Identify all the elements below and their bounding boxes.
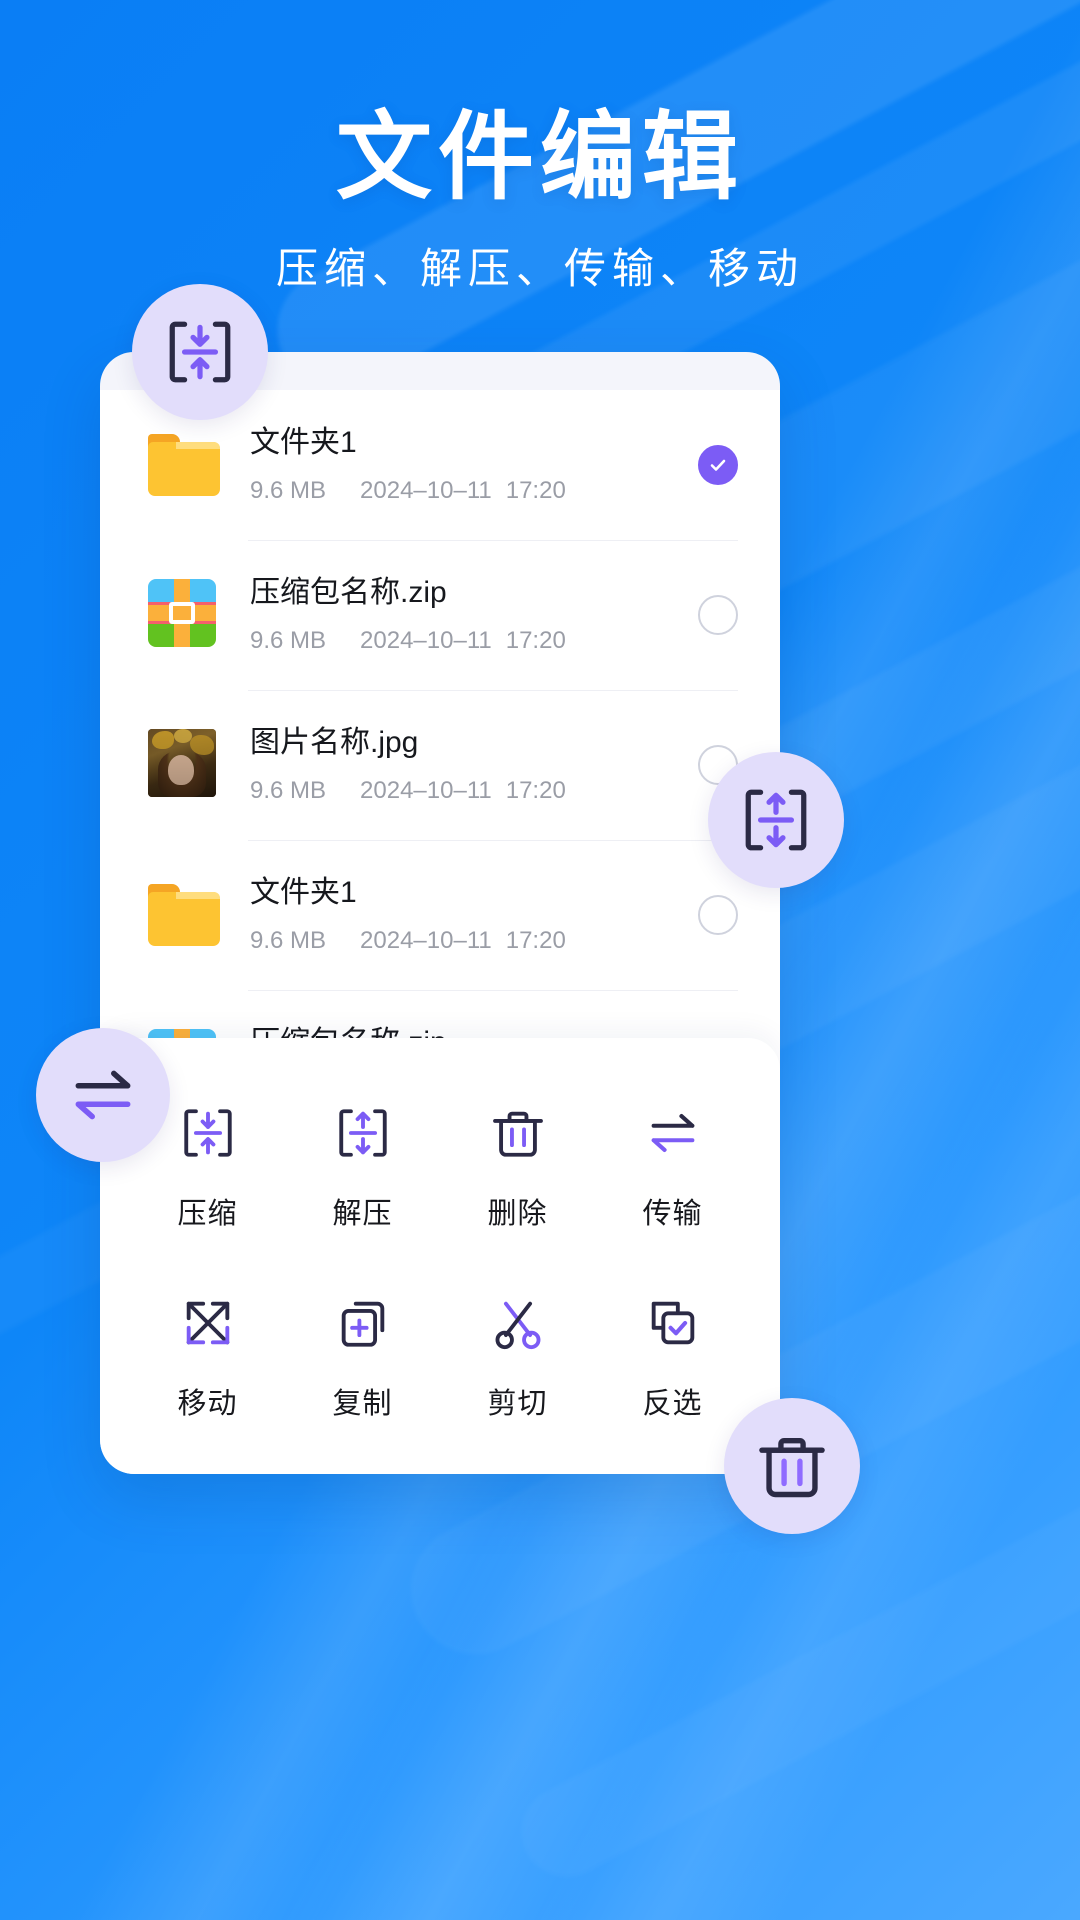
transfer-icon bbox=[66, 1058, 140, 1132]
file-type-icon-wrapper bbox=[148, 429, 220, 501]
action-label: 删除 bbox=[487, 1190, 547, 1232]
action-scissors[interactable]: 剪切 bbox=[440, 1294, 595, 1422]
file-type-icon-wrapper bbox=[148, 579, 220, 651]
file-list-row[interactable]: 图片名称.jpg 9.6 MB 2024–10–11 17:20 bbox=[100, 690, 780, 840]
trash-icon bbox=[754, 1428, 830, 1504]
file-list-row[interactable]: 压缩包名称.zip 9.6 MB 2024–10–11 17:20 bbox=[100, 540, 780, 690]
file-size: 9.6 MB bbox=[250, 627, 326, 655]
action-label: 压缩 bbox=[177, 1190, 237, 1232]
page-title: 文件编辑 bbox=[0, 108, 1080, 209]
page-header: 文件编辑 压缩、解压、传输、移动 bbox=[0, 0, 1080, 296]
file-meta: 图片名称.jpg 9.6 MB 2024–10–11 17:20 bbox=[250, 725, 698, 805]
file-name: 图片名称.jpg bbox=[250, 725, 698, 761]
file-name: 文件夹1 bbox=[250, 425, 698, 461]
check-icon bbox=[706, 453, 730, 477]
file-date: 2024–10–11 bbox=[360, 627, 492, 655]
action-label: 剪切 bbox=[487, 1380, 547, 1422]
file-type-icon-wrapper bbox=[148, 729, 220, 801]
file-time: 17:20 bbox=[506, 627, 566, 655]
file-name: 压缩包名称.zip bbox=[250, 575, 698, 611]
action-label: 移动 bbox=[177, 1380, 237, 1422]
folder-icon bbox=[148, 434, 220, 496]
file-meta: 压缩包名称.zip 9.6 MB 2024–10–11 17:20 bbox=[250, 575, 698, 655]
move-icon bbox=[179, 1294, 237, 1352]
file-checkbox-checked[interactable] bbox=[698, 445, 738, 485]
file-meta: 文件夹1 9.6 MB 2024–10–11 17:20 bbox=[250, 425, 698, 505]
file-time: 17:20 bbox=[506, 927, 566, 955]
floating-extract-badge[interactable] bbox=[708, 752, 844, 888]
file-subinfo: 9.6 MB 2024–10–11 17:20 bbox=[250, 927, 698, 955]
folder-icon bbox=[148, 884, 220, 946]
compress-icon bbox=[163, 315, 237, 389]
action-move[interactable]: 移动 bbox=[130, 1294, 285, 1422]
phone-mockup-card: 文件夹1 9.6 MB 2024–10–11 17:20 压缩包名称.zip 9.6 MB… bbox=[100, 352, 780, 1474]
photo-thumb-icon bbox=[148, 729, 216, 797]
file-type-icon-wrapper bbox=[148, 879, 220, 951]
action-trash[interactable]: 删除 bbox=[440, 1104, 595, 1232]
action-copy[interactable]: 复制 bbox=[285, 1294, 440, 1422]
file-time: 17:20 bbox=[506, 777, 566, 805]
copy-icon bbox=[334, 1294, 392, 1352]
action-label: 传输 bbox=[642, 1190, 702, 1232]
page-subtitle: 压缩、解压、传输、移动 bbox=[0, 235, 1080, 296]
extract-icon bbox=[334, 1104, 392, 1162]
action-toolbar: 压缩 解压 删除 传输 移动 复制 剪切 反选 bbox=[100, 1038, 780, 1474]
file-meta: 文件夹1 9.6 MB 2024–10–11 17:20 bbox=[250, 875, 698, 955]
file-checkbox[interactable] bbox=[698, 595, 738, 635]
action-label: 反选 bbox=[642, 1380, 702, 1422]
file-datetime: 2024–10–11 17:20 bbox=[360, 777, 566, 805]
file-subinfo: 9.6 MB 2024–10–11 17:20 bbox=[250, 477, 698, 505]
file-datetime: 2024–10–11 17:20 bbox=[360, 477, 566, 505]
file-size: 9.6 MB bbox=[250, 777, 326, 805]
action-label: 复制 bbox=[332, 1380, 392, 1422]
action-extract[interactable]: 解压 bbox=[285, 1104, 440, 1232]
file-size: 9.6 MB bbox=[250, 477, 326, 505]
file-date: 2024–10–11 bbox=[360, 777, 492, 805]
file-date: 2024–10–11 bbox=[360, 927, 492, 955]
extract-icon bbox=[739, 783, 813, 857]
action-transfer[interactable]: 传输 bbox=[595, 1104, 750, 1232]
action-invert-selection[interactable]: 反选 bbox=[595, 1294, 750, 1422]
file-name: 文件夹1 bbox=[250, 875, 698, 911]
file-time: 17:20 bbox=[506, 477, 566, 505]
file-size: 9.6 MB bbox=[250, 927, 326, 955]
floating-trash-badge[interactable] bbox=[724, 1398, 860, 1534]
zip-archive-icon bbox=[148, 579, 216, 647]
file-checkbox[interactable] bbox=[698, 895, 738, 935]
floating-compress-badge[interactable] bbox=[132, 284, 268, 420]
file-subinfo: 9.6 MB 2024–10–11 17:20 bbox=[250, 777, 698, 805]
file-list-row[interactable]: 文件夹1 9.6 MB 2024–10–11 17:20 bbox=[100, 840, 780, 990]
trash-icon bbox=[489, 1104, 547, 1162]
file-datetime: 2024–10–11 17:20 bbox=[360, 927, 566, 955]
file-datetime: 2024–10–11 17:20 bbox=[360, 627, 566, 655]
scissors-icon bbox=[489, 1294, 547, 1352]
file-date: 2024–10–11 bbox=[360, 477, 492, 505]
file-subinfo: 9.6 MB 2024–10–11 17:20 bbox=[250, 627, 698, 655]
compress-icon bbox=[179, 1104, 237, 1162]
action-label: 解压 bbox=[332, 1190, 392, 1232]
transfer-icon bbox=[644, 1104, 702, 1162]
floating-transfer-badge[interactable] bbox=[36, 1028, 170, 1162]
invert-selection-icon bbox=[644, 1294, 702, 1352]
